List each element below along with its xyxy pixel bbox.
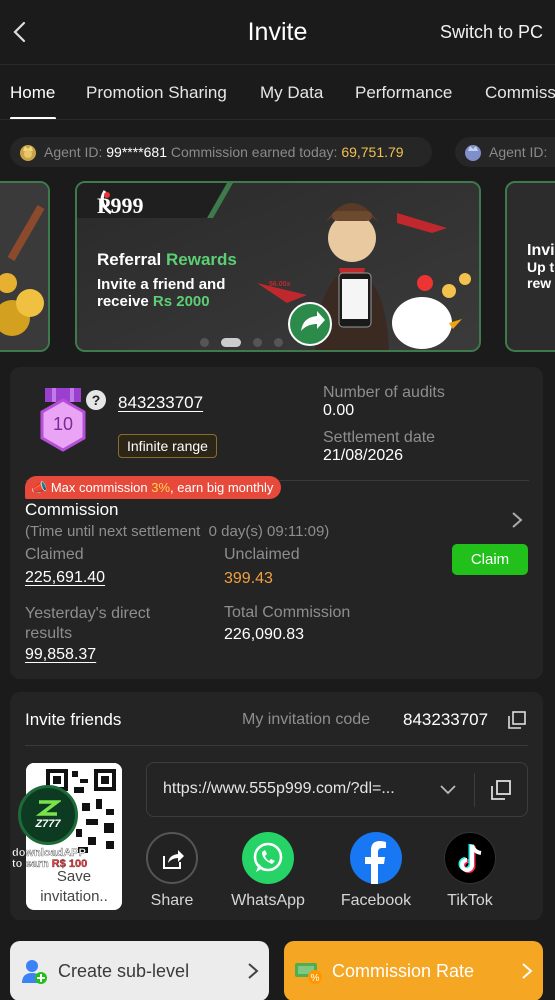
divider	[474, 773, 475, 807]
phone-multiplier: 56.00x	[269, 281, 291, 288]
commission-title: Commission	[25, 500, 119, 519]
copy-icon[interactable]	[508, 711, 526, 729]
banner-slide-prev[interactable]	[0, 181, 50, 352]
facebook-label: Facebook	[340, 892, 412, 909]
megaphone-icon: 📣	[31, 480, 48, 495]
invite-link-text: https://www.555p999.com/?dl=...	[163, 780, 395, 797]
settlement-timer: (Time until next settlement 0 day(s) 09:…	[25, 523, 330, 540]
tiktok-label: TikTok	[447, 892, 493, 909]
whatsapp-icon	[253, 842, 283, 872]
back-arrow-icon[interactable]	[10, 18, 30, 46]
max-commission-promo: 📣 Max commission 3%, earn big monthly	[25, 476, 282, 499]
banner-headline: Referral Rewards	[97, 250, 237, 269]
invitation-code-label: My invitation code	[242, 711, 371, 728]
banner-slide-next[interactable]: Invi Up t rew	[505, 181, 555, 352]
claim-button[interactable]: Claim	[452, 544, 528, 575]
share-button[interactable]	[146, 832, 198, 884]
facebook-button[interactable]	[350, 832, 402, 884]
whatsapp-label: WhatsApp	[231, 892, 305, 909]
total-commission-label: Total Commission	[224, 604, 351, 621]
audits-value: 0.00	[323, 402, 355, 419]
range-tag: Infinite range	[118, 434, 217, 458]
tab-my-data[interactable]: My Data	[260, 83, 323, 103]
chevron-right-icon	[248, 963, 259, 979]
carousel-dot-active[interactable]	[221, 338, 241, 347]
commission-rate-label: Commission Rate	[332, 960, 475, 981]
tab-home[interactable]: Home	[10, 83, 55, 103]
facebook-icon	[365, 841, 386, 884]
agent-marquee-next: Agent ID:	[455, 137, 555, 167]
switch-to-pc-button[interactable]: Switch to PC	[440, 22, 543, 43]
carousel-dot[interactable]	[253, 338, 262, 347]
yesterday-label: Yesterday's direct results	[25, 605, 151, 642]
earned-label: Commission earned today:	[170, 144, 338, 160]
agent-marquee: Agent ID: 99****681 Commission earned to…	[10, 137, 432, 167]
unclaimed-label: Unclaimed	[224, 546, 300, 563]
header: Invite Switch to PC	[0, 0, 555, 64]
divider	[25, 745, 528, 746]
z777-app-logo: Z777	[18, 785, 78, 845]
tab-promotion-sharing[interactable]: Promotion Sharing	[86, 83, 227, 103]
invite-title: Invite friends	[25, 710, 122, 729]
banner-subtext: Invite a friend and receive Rs 2000	[97, 276, 226, 310]
invitation-code: 843233707	[403, 710, 489, 729]
tab-performance[interactable]: Performance	[355, 83, 452, 103]
add-user-icon	[22, 960, 47, 984]
crown-badge-icon	[465, 145, 481, 161]
audits-label: Number of audits	[323, 384, 445, 401]
unclaimed-value: 399.43	[224, 570, 273, 587]
coins-image	[0, 183, 48, 350]
save-invitation-button[interactable]: Save invitation..	[26, 867, 122, 907]
agent-id-label: Agent ID:	[489, 144, 548, 160]
tiktok-button[interactable]	[444, 832, 496, 884]
create-sub-level-button[interactable]: Create sub-level	[10, 941, 269, 1000]
agent-id-value: 99****681	[106, 144, 167, 160]
carousel-dot[interactable]	[274, 338, 283, 347]
level-number: 10	[52, 414, 74, 434]
agent-id-label: Agent ID:	[44, 144, 103, 160]
invite-link-field[interactable]: https://www.555p999.com/?dl=...	[146, 762, 528, 817]
whatsapp-button[interactable]	[242, 832, 294, 884]
money-percent-icon: %	[295, 963, 322, 984]
active-tab-indicator	[10, 117, 56, 119]
chevron-right-icon	[522, 963, 533, 979]
claimed-label: Claimed	[25, 546, 84, 563]
copy-link-icon[interactable]	[491, 780, 511, 800]
download-app-caption: downloadAPP to earn R$ 100	[12, 847, 88, 870]
page-title: Invite	[247, 17, 308, 46]
tiktok-icon	[458, 844, 482, 873]
earned-value: 69,751.79	[341, 144, 404, 160]
claimed-value[interactable]: 225,691.40	[25, 569, 105, 587]
create-sub-level-label: Create sub-level	[58, 960, 190, 981]
settlement-date: 21/08/2026	[323, 447, 404, 464]
crown-badge-icon	[20, 145, 36, 161]
help-icon[interactable]: ?	[86, 390, 106, 410]
carousel-dots	[200, 338, 283, 347]
agent-id[interactable]: 843233707	[118, 393, 203, 413]
referral-banner[interactable]: P999 Referral Rewards Invite a friend an…	[75, 181, 481, 352]
settlement-label: Settlement date	[323, 429, 436, 446]
tab-bar: Home Promotion Sharing My Data Performan…	[0, 64, 555, 120]
share-label: Share	[150, 892, 194, 909]
tab-commission[interactable]: Commiss	[485, 83, 555, 103]
chevron-down-icon[interactable]	[440, 785, 456, 795]
commission-rate-button[interactable]: % Commission Rate	[284, 941, 543, 1000]
total-commission-value: 226,090.83	[224, 626, 305, 643]
carousel-dot[interactable]	[200, 338, 209, 347]
chevron-right-icon[interactable]	[510, 510, 524, 530]
brand-logo: P999	[97, 193, 144, 218]
yesterday-value[interactable]: 99,858.37	[25, 646, 96, 664]
share-icon	[163, 850, 184, 869]
svg-text:%: %	[311, 973, 320, 984]
banner-peek-text: Invi Up t rew	[527, 242, 555, 292]
